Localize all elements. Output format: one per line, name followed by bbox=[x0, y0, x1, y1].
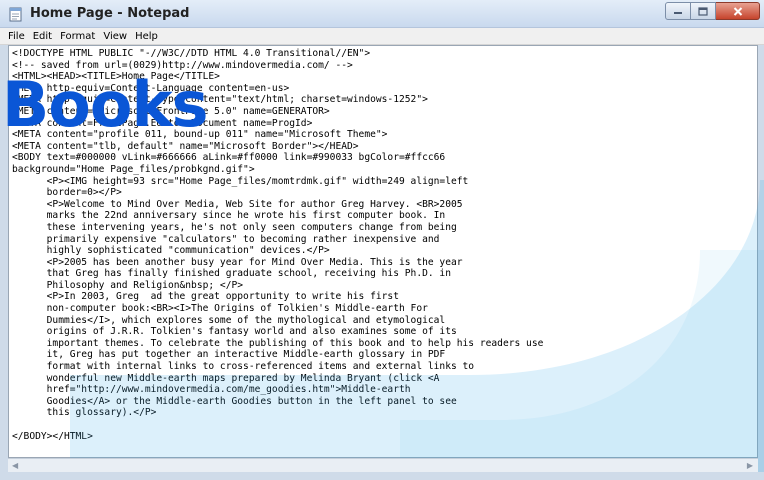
close-icon bbox=[733, 6, 742, 16]
menu-format[interactable]: Format bbox=[56, 31, 99, 42]
title-bar[interactable]: Home Page - Notepad bbox=[0, 0, 764, 28]
maximize-icon bbox=[698, 6, 708, 16]
close-button[interactable] bbox=[716, 2, 760, 20]
menu-help[interactable]: Help bbox=[131, 31, 162, 42]
maximize-button[interactable] bbox=[691, 2, 716, 20]
horizontal-scrollbar[interactable]: ◀ ▶ bbox=[8, 458, 758, 472]
notepad-icon bbox=[9, 7, 22, 22]
menu-bar: File Edit Format View Help bbox=[0, 28, 764, 45]
editor-content[interactable]: <!DOCTYPE HTML PUBLIC "-//W3C//DTD HTML … bbox=[12, 48, 742, 456]
window-controls bbox=[665, 2, 760, 22]
menu-view[interactable]: View bbox=[99, 31, 131, 42]
menu-file[interactable]: File bbox=[4, 31, 29, 42]
window-bottom-frame bbox=[0, 472, 764, 480]
minimize-icon bbox=[674, 12, 682, 14]
scroll-right-icon[interactable]: ▶ bbox=[747, 461, 753, 470]
menu-edit[interactable]: Edit bbox=[29, 31, 56, 42]
text-editor[interactable]: <!DOCTYPE HTML PUBLIC "-//W3C//DTD HTML … bbox=[8, 45, 758, 458]
window-title: Home Page - Notepad bbox=[30, 6, 190, 21]
notepad-window: Home Page - Notepad File Edit Format Vie… bbox=[0, 0, 764, 480]
scroll-left-icon[interactable]: ◀ bbox=[12, 461, 18, 470]
minimize-button[interactable] bbox=[665, 2, 691, 20]
